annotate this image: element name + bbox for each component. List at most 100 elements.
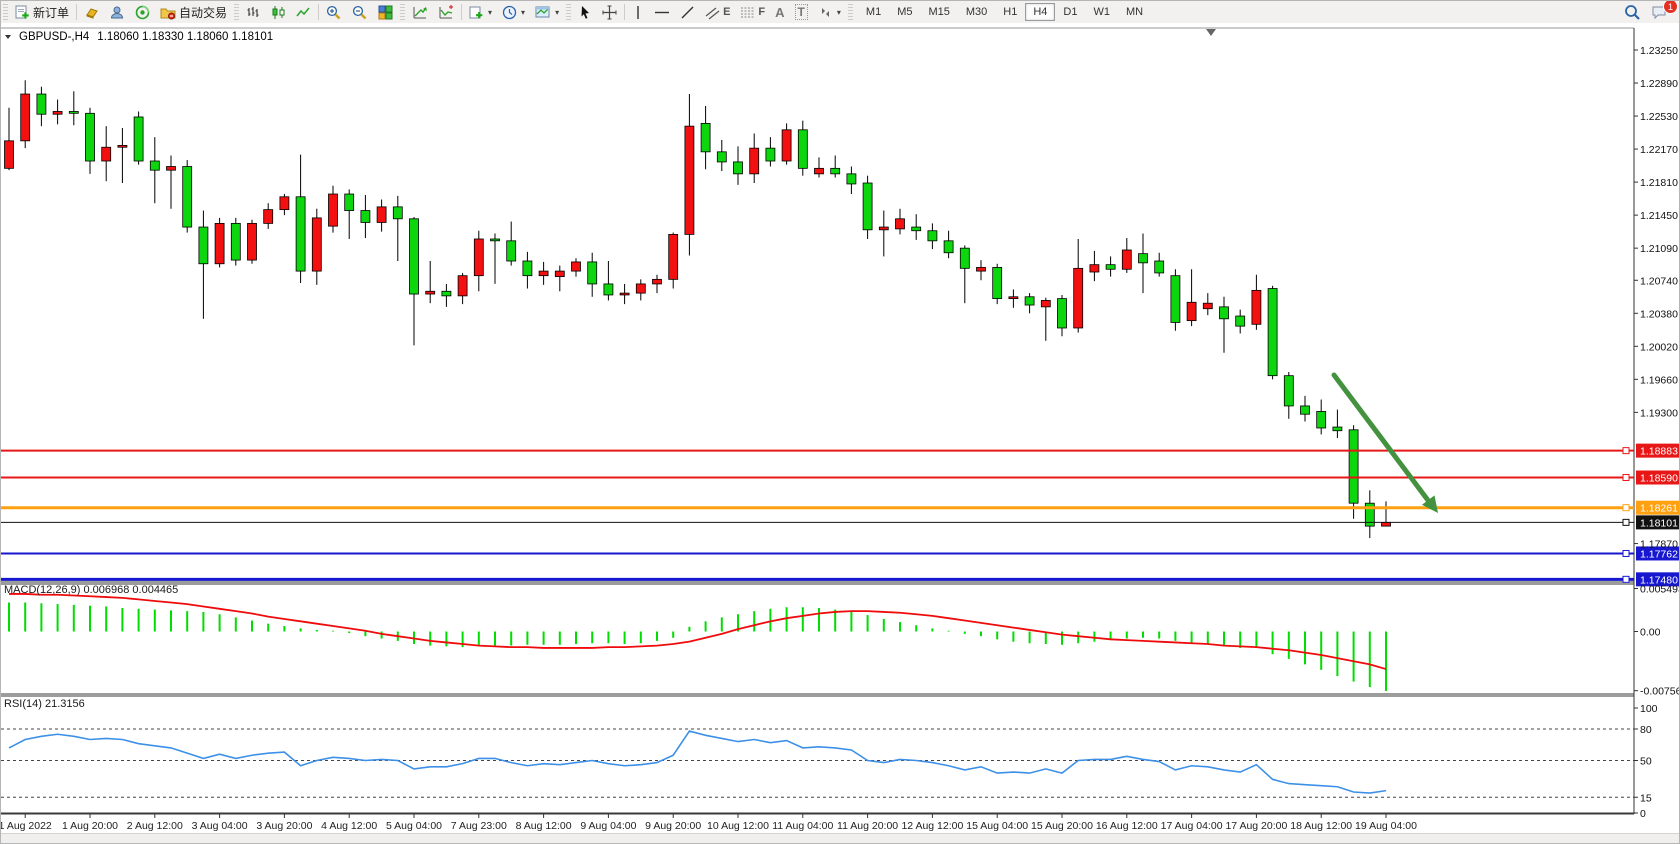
symbol-dropdown-marker[interactable] [5,35,11,39]
timeframe-button-m15[interactable]: M15 [920,3,957,21]
indicator-window-button[interactable] [433,3,459,22]
label-tool[interactable]: T [790,2,813,22]
new-chart-caret[interactable]: ▾ [488,8,492,17]
shapes-tool[interactable]: ▾ [813,3,846,22]
vertical-line-tool[interactable] [627,3,649,22]
auto-trading-label: 自动交易 [179,4,227,21]
time-axis-label: 1 Aug 2022 [1,820,52,832]
price-level-handle[interactable] [1623,475,1629,481]
crosshair-icon [602,5,617,20]
candle-body [993,267,1002,298]
price-level-handle[interactable] [1623,448,1629,454]
zoom-in-button[interactable] [321,3,347,22]
candle-body [1106,265,1115,270]
timeframe-button-h4[interactable]: H4 [1025,3,1055,21]
channel-tool[interactable]: E [700,3,735,22]
price-axis-label: 1.17870 [1640,539,1678,551]
crosshair-tool-button[interactable] [597,3,622,22]
price-level-badge-text: 1.18101 [1640,517,1678,529]
candle-body [572,262,581,271]
macd-axis-label: 0.005493 [1640,584,1680,596]
time-axis-label: 12 Aug 12:00 [901,820,963,832]
horizontal-line-tool[interactable] [649,3,675,22]
signal-button[interactable] [130,3,155,22]
channel-letter: E [723,6,730,18]
trend-arrow-shaft[interactable] [1334,375,1430,503]
zoom-out-button[interactable] [347,3,373,22]
new-order-button[interactable]: 新订单 [10,2,74,23]
price-axis-label: 1.22890 [1640,78,1678,90]
price-level-handle[interactable] [1623,550,1629,556]
periods-button[interactable]: ▾ [497,3,530,22]
candle-body [815,168,824,174]
price-level-handle[interactable] [1623,576,1629,582]
candle-body [442,291,451,296]
bar-chart-button[interactable] [241,3,266,22]
rsi-axis-label: 100 [1640,703,1658,715]
candle-body [944,241,953,253]
chart-area[interactable]: 1.188831.185901.182611.181011.177621.174… [1,23,1680,833]
price-axis-label: 1.22170 [1640,144,1678,156]
time-axis-label: 5 Aug 04:00 [386,820,442,832]
candle-body [896,219,905,229]
toolbar-grip[interactable] [3,4,8,20]
timeframe-button-w1[interactable]: W1 [1085,3,1118,21]
candlestick-chart-button[interactable] [266,3,291,22]
timeframe-button-mn[interactable]: MN [1118,3,1151,21]
price-axis-label: 1.20380 [1640,308,1678,320]
text-icon: A [775,5,784,20]
timeframe-button-m5[interactable]: M5 [889,3,920,21]
horizontal-line-icon [654,5,670,20]
templates-button[interactable]: ▾ [530,3,564,22]
new-order-label: 新订单 [33,4,69,21]
candlestick-icon [271,5,286,20]
search-icon [1624,4,1641,20]
timeframe-button-m1[interactable]: M1 [858,3,889,21]
shapes-caret[interactable]: ▾ [837,8,841,17]
shapes-icon [818,5,833,20]
timeframe-button-m30[interactable]: M30 [958,3,995,21]
cursor-tool-button[interactable] [573,3,597,22]
candle-body [1025,297,1034,305]
candle-body [1171,276,1180,323]
candle-body [410,219,419,294]
autotrade-icon [160,5,176,20]
auto-trading-button[interactable]: 自动交易 [155,2,232,23]
candle-body [1333,427,1342,431]
candle-body [296,197,305,271]
fibonacci-tool[interactable]: F [735,3,770,22]
price-chart-canvas[interactable]: 1.188831.185901.182611.181011.177621.174… [1,23,1680,833]
timeframe-button-d1[interactable]: D1 [1055,3,1085,21]
symbol-ohlc-bar: GBPUSD-,H4 1.18060 1.18330 1.18060 1.181… [5,31,273,43]
time-axis-label: 3 Aug 04:00 [192,820,248,832]
search-button[interactable] [1619,2,1646,22]
candle-body [312,218,321,271]
periods-caret[interactable]: ▾ [521,8,525,17]
price-level-handle[interactable] [1623,519,1629,525]
candle-body [831,168,840,174]
candle-body [523,261,532,276]
timeframe-button-h1[interactable]: H1 [995,3,1025,21]
candle-body [685,126,694,234]
time-axis-label: 9 Aug 04:00 [580,820,636,832]
macd-indicator-label: MACD(12,26,9) 0.006968 0.004465 [4,584,178,596]
price-axis-label: 1.20020 [1640,341,1678,353]
time-axis-label: 11 Aug 20:00 [837,820,898,832]
price-level-handle[interactable] [1623,505,1629,511]
profile-button[interactable] [105,3,130,22]
time-axis-label: 17 Aug 20:00 [1225,820,1287,832]
text-tool[interactable]: A [770,3,789,22]
gold-bar-button[interactable] [79,3,105,22]
trendline-tool[interactable] [675,3,700,22]
tile-windows-button[interactable] [373,3,398,22]
line-chart-button[interactable] [291,3,316,22]
candle-body [377,207,386,223]
chart-shift-marker[interactable] [1206,29,1216,36]
indicators-button[interactable] [407,3,433,22]
notifications-button[interactable]: 1 [1646,2,1673,22]
templates-caret[interactable]: ▾ [555,8,559,17]
line-chart-icon [296,5,311,20]
cursor-icon [578,5,592,20]
new-chart-button[interactable]: ▾ [464,3,497,22]
new-chart-icon [469,5,484,20]
